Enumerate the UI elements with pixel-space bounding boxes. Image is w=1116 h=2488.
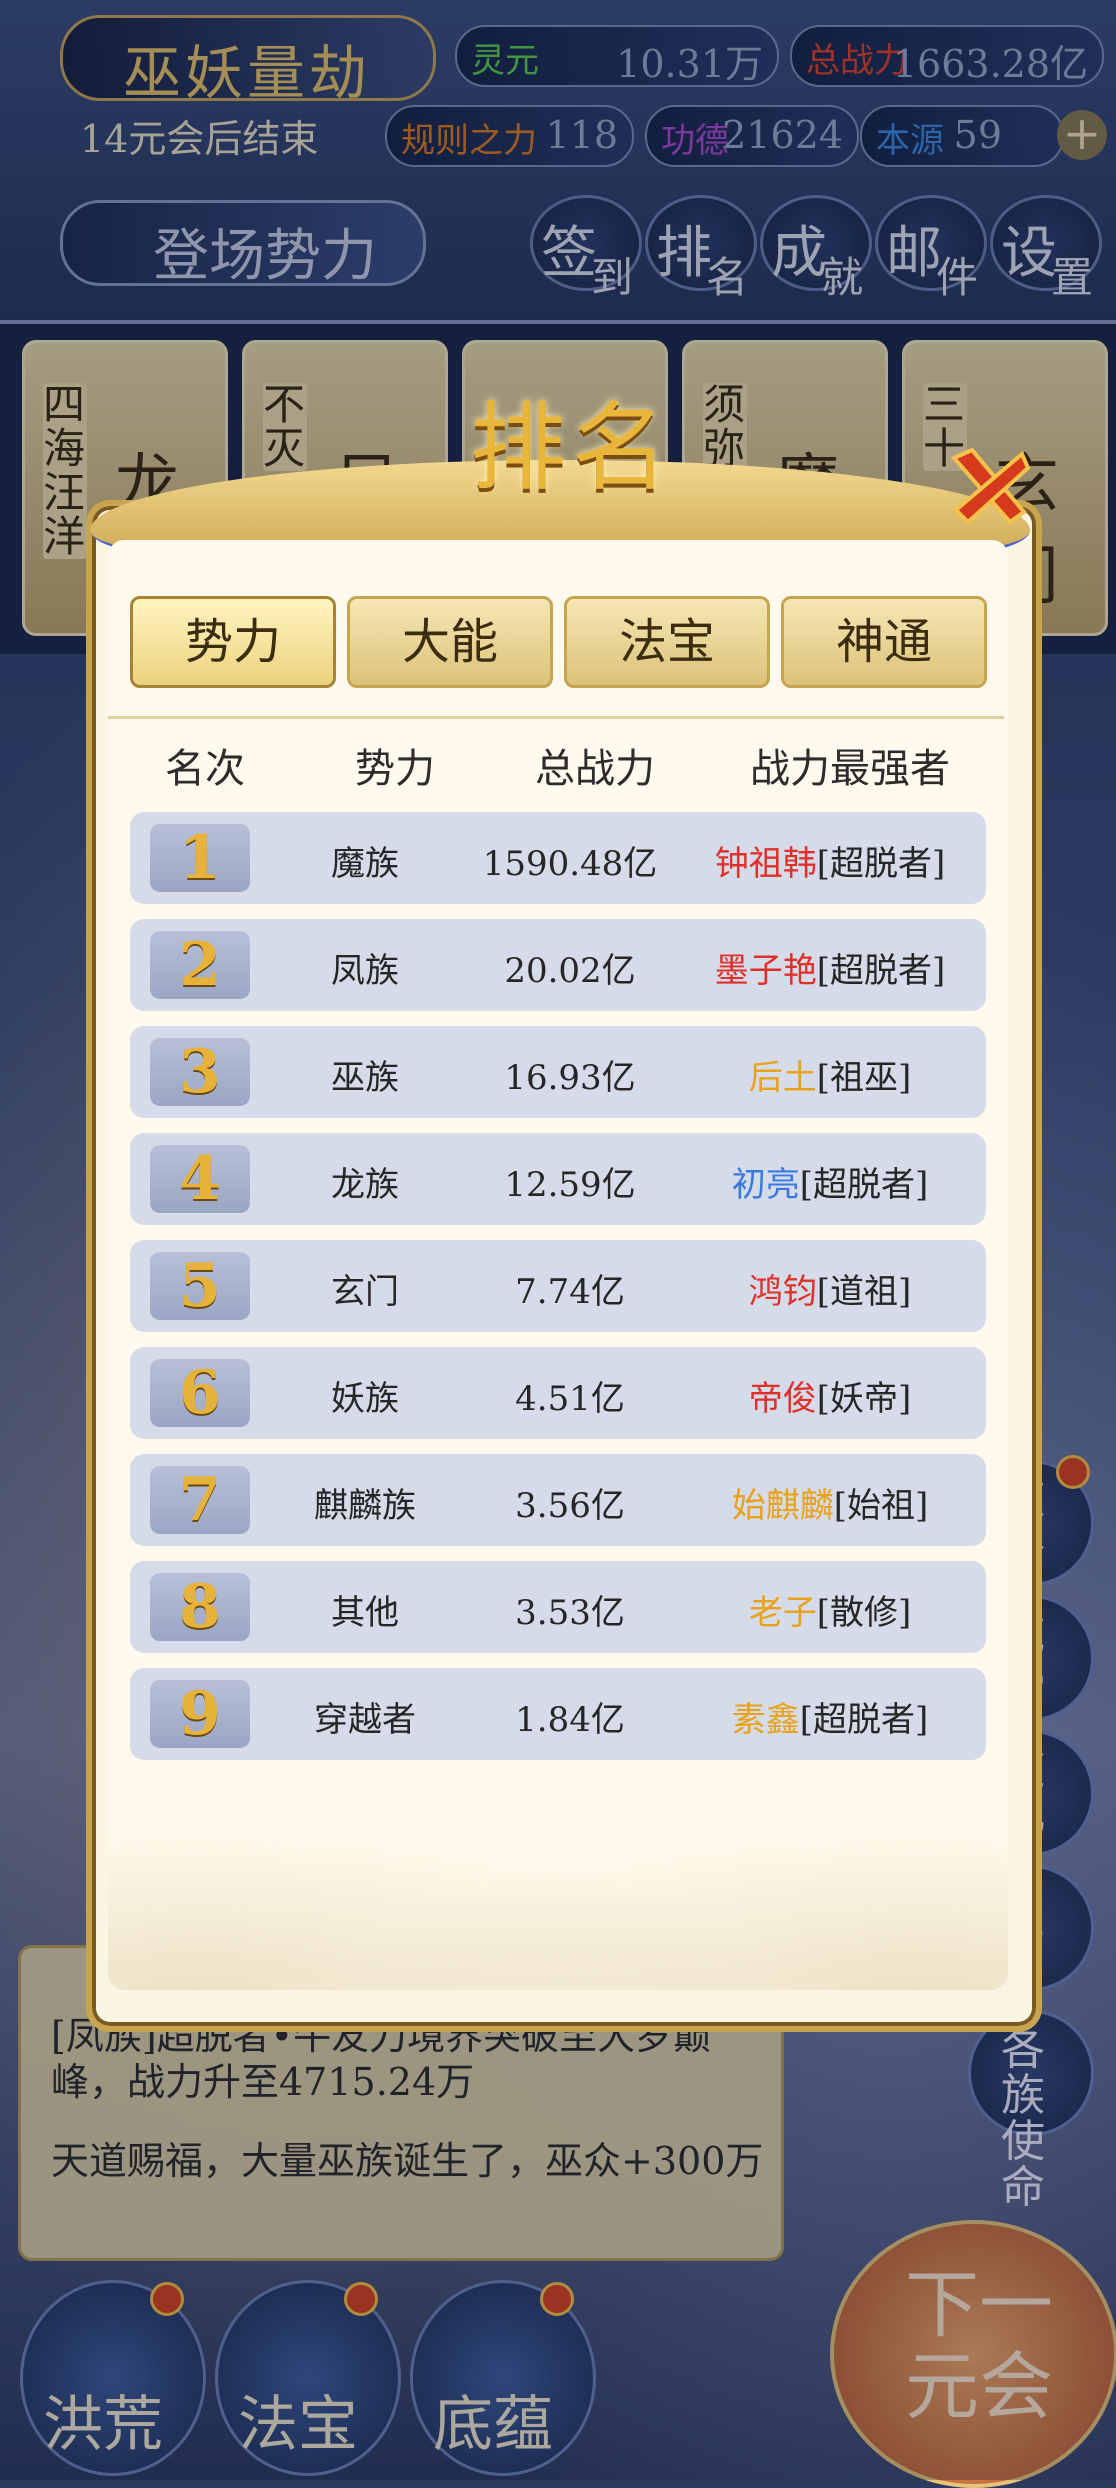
faction-power: 12.59亿: [504, 1165, 636, 1205]
rank-badge: 2: [150, 931, 250, 999]
table-row[interactable]: 1 魔族 1590.48亿 钟祖韩[超脱者]: [130, 812, 986, 904]
strongest-member: 素鑫[超脱者]: [680, 1692, 980, 1741]
faction-power: 1.84亿: [515, 1700, 625, 1740]
close-button[interactable]: [944, 440, 1034, 530]
faction-name: 妖族: [331, 1379, 399, 1419]
table-row[interactable]: 3 巫族 16.93亿 后土[祖巫]: [130, 1026, 986, 1118]
strongest-title: [超脱者]: [799, 1700, 929, 1740]
strongest-name: 老子: [748, 1593, 817, 1633]
panel-decoration: [108, 1760, 1008, 1990]
rank-badge: 4: [150, 1145, 250, 1213]
tab-divine-skill[interactable]: 神通: [781, 596, 987, 688]
strongest-name: 鸿钧: [748, 1272, 817, 1312]
strongest-member: 钟祖韩[超脱者]: [680, 836, 980, 885]
table-row[interactable]: 7 麒麟族 3.56亿 始麒麟[始祖]: [130, 1454, 986, 1546]
faction-power: 1590.48亿: [482, 844, 658, 884]
strongest-member: 初亮[超脱者]: [680, 1157, 980, 1206]
strongest-name: 初亮: [731, 1165, 800, 1205]
header-strongest: 战力最强者: [750, 746, 950, 792]
strongest-member: 墨子艳[超脱者]: [680, 943, 980, 992]
strongest-title: [散修]: [816, 1593, 912, 1633]
strongest-name: 素鑫: [731, 1700, 800, 1740]
strongest-title: [超脱者]: [816, 951, 946, 991]
strongest-member: 后土[祖巫]: [680, 1050, 980, 1099]
strongest-member: 帝俊[妖帝]: [680, 1371, 980, 1420]
strongest-name: 后土: [748, 1058, 817, 1098]
faction-power: 20.02亿: [504, 951, 636, 991]
faction-power: 7.74亿: [515, 1272, 625, 1312]
strongest-member: 老子[散修]: [680, 1585, 980, 1634]
faction-name: 穿越者: [314, 1700, 416, 1740]
faction-name: 凤族: [331, 951, 399, 991]
strongest-member: 鸿钧[道祖]: [680, 1264, 980, 1313]
faction-power: 3.53亿: [515, 1593, 625, 1633]
faction-name: 玄门: [331, 1272, 399, 1312]
strongest-name: 钟祖韩: [714, 844, 817, 884]
strongest-name: 墨子艳: [714, 951, 817, 991]
table-row[interactable]: 6 妖族 4.51亿 帝俊[妖帝]: [130, 1347, 986, 1439]
table-row[interactable]: 8 其他 3.53亿 老子[散修]: [130, 1561, 986, 1653]
table-row[interactable]: 2 凤族 20.02亿 墨子艳[超脱者]: [130, 919, 986, 1011]
faction-name: 魔族: [331, 844, 399, 884]
strongest-title: [祖巫]: [816, 1058, 912, 1098]
strongest-title: [始祖]: [833, 1486, 929, 1526]
rank-badge: 5: [150, 1252, 250, 1320]
rank-badge: 8: [150, 1573, 250, 1641]
rank-badge: 1: [150, 824, 250, 892]
faction-power: 3.56亿: [515, 1486, 625, 1526]
tab-divider: [108, 716, 1004, 719]
header-faction: 势力: [355, 746, 435, 792]
tab-great-power[interactable]: 大能: [347, 596, 553, 688]
strongest-title: [道祖]: [816, 1272, 912, 1312]
tab-faction[interactable]: 势力: [130, 596, 336, 688]
faction-name: 龙族: [331, 1165, 399, 1205]
rank-badge: 9: [150, 1680, 250, 1748]
strongest-name: 帝俊: [748, 1379, 817, 1419]
header-rank: 名次: [165, 746, 245, 792]
faction-name: 麒麟族: [314, 1486, 416, 1526]
faction-name: 其他: [331, 1593, 399, 1633]
header-total-power: 总战力: [535, 746, 655, 792]
close-icon: [950, 447, 1031, 525]
rank-badge: 6: [150, 1359, 250, 1427]
tab-treasure[interactable]: 法宝: [564, 596, 770, 688]
modal-title: 排名: [470, 392, 674, 504]
strongest-title: [超脱者]: [799, 1165, 929, 1205]
rank-badge: 3: [150, 1038, 250, 1106]
strongest-title: [超脱者]: [816, 844, 946, 884]
table-row[interactable]: 5 玄门 7.74亿 鸿钧[道祖]: [130, 1240, 986, 1332]
faction-name: 巫族: [331, 1058, 399, 1098]
rank-badge: 7: [150, 1466, 250, 1534]
table-row[interactable]: 9 穿越者 1.84亿 素鑫[超脱者]: [130, 1668, 986, 1760]
strongest-name: 始麒麟: [731, 1486, 834, 1526]
strongest-member: 始麒麟[始祖]: [680, 1478, 980, 1527]
faction-power: 16.93亿: [504, 1058, 636, 1098]
strongest-title: [妖帝]: [816, 1379, 912, 1419]
table-row[interactable]: 4 龙族 12.59亿 初亮[超脱者]: [130, 1133, 986, 1225]
faction-power: 4.51亿: [515, 1379, 625, 1419]
